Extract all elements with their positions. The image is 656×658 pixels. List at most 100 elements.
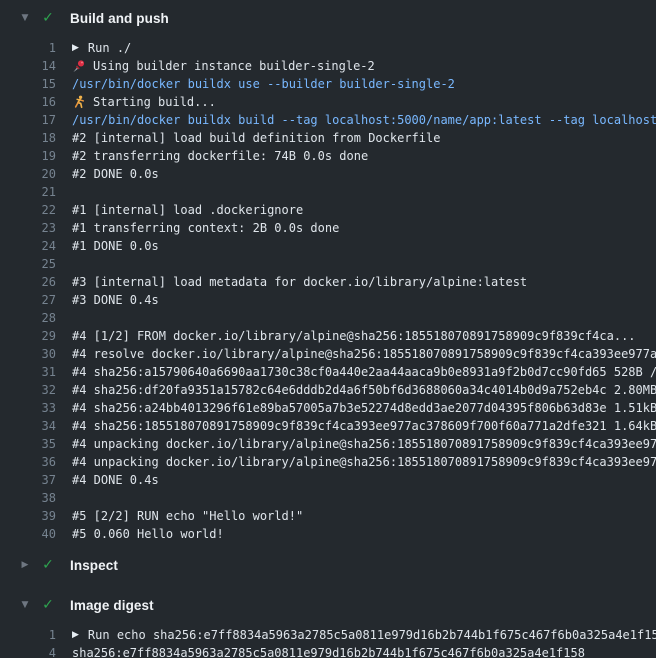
line-number[interactable]: 16 xyxy=(0,93,56,111)
line-number[interactable]: 14 xyxy=(0,57,56,75)
log-text: #4 sha256:df20fa9351a15782c64e6dddb2d4a6… xyxy=(72,381,656,399)
line-content: /usr/bin/docker buildx use --builder bui… xyxy=(72,75,455,93)
section-lines: 1 ▶ Run ./ 14 Using builder instance buil… xyxy=(0,36,656,543)
line-number[interactable]: 39 xyxy=(0,507,56,525)
line-content: #4 DONE 0.4s xyxy=(72,471,159,489)
line-number[interactable]: 24 xyxy=(0,237,56,255)
section-header-inspect[interactable]: ▶ ✓ Inspect xyxy=(0,547,656,583)
line-number[interactable]: 37 xyxy=(0,471,56,489)
line-content: #5 0.060 Hello world! xyxy=(72,525,224,543)
check-icon: ✓ xyxy=(40,557,56,573)
line-content: #1 DONE 0.0s xyxy=(72,237,159,255)
log-line: 16 Starting build... xyxy=(0,93,656,111)
log-text: #4 DONE 0.4s xyxy=(72,471,159,489)
line-number[interactable]: 26 xyxy=(0,273,56,291)
log-text: #3 DONE 0.4s xyxy=(72,291,159,309)
log-line: 29 #4 [1/2] FROM docker.io/library/alpin… xyxy=(0,327,656,345)
log-line: 32 #4 sha256:df20fa9351a15782c64e6dddb2d… xyxy=(0,381,656,399)
runner-icon xyxy=(72,95,86,109)
line-number[interactable]: 20 xyxy=(0,165,56,183)
log-text: #1 transferring context: 2B 0.0s done xyxy=(72,219,339,237)
log-line: 33 #4 sha256:a24bb4013296f61e89ba57005a7… xyxy=(0,399,656,417)
log-text: Starting build... xyxy=(93,93,216,111)
chevron-down-icon: ▼ xyxy=(18,600,32,610)
log-line: 22 #1 [internal] load .dockerignore xyxy=(0,201,656,219)
command-text: /usr/bin/docker buildx build --tag local… xyxy=(72,111,656,129)
line-number[interactable]: 29 xyxy=(0,327,56,345)
line-number[interactable]: 30 xyxy=(0,345,56,363)
line-number[interactable]: 21 xyxy=(0,183,56,201)
line-number[interactable]: 38 xyxy=(0,489,56,507)
line-content: #4 sha256:a15790640a6690aa1730c38cf0a440… xyxy=(72,363,656,381)
log-line: 18 #2 [internal] load build definition f… xyxy=(0,129,656,147)
log-line: 1 ▶Run echo sha256:e7ff8834a5963a2785c5a… xyxy=(0,626,656,644)
line-content: #4 sha256:185518070891758909c9f839cf4ca3… xyxy=(72,417,656,435)
line-number[interactable]: 4 xyxy=(0,644,56,658)
run-expander-icon[interactable]: ▶ xyxy=(72,39,79,57)
log-line: 34 #4 sha256:185518070891758909c9f839cf4… xyxy=(0,417,656,435)
line-number[interactable]: 1 xyxy=(0,626,56,644)
line-number[interactable]: 1 xyxy=(0,39,56,57)
line-number[interactable]: 34 xyxy=(0,417,56,435)
chevron-down-icon: ▼ xyxy=(18,13,32,23)
log-section: ▼ ✓ Build and push 1 ▶ Run ./ 14 Using bu… xyxy=(0,0,656,543)
log-section: ▶ ✓ Inspect xyxy=(0,547,656,583)
line-number[interactable]: 35 xyxy=(0,435,56,453)
line-content: #1 transferring context: 2B 0.0s done xyxy=(72,219,339,237)
line-number[interactable]: 40 xyxy=(0,525,56,543)
line-number[interactable]: 15 xyxy=(0,75,56,93)
log-line: 26 #3 [internal] load metadata for docke… xyxy=(0,273,656,291)
log-text: Run ./ xyxy=(88,39,131,57)
line-number[interactable]: 23 xyxy=(0,219,56,237)
log-text: #4 sha256:a15790640a6690aa1730c38cf0a440… xyxy=(72,363,656,381)
line-content: #3 [internal] load metadata for docker.i… xyxy=(72,273,527,291)
check-icon: ✓ xyxy=(40,10,56,26)
line-number[interactable]: 18 xyxy=(0,129,56,147)
section-header-image-digest[interactable]: ▼ ✓ Image digest xyxy=(0,587,656,623)
line-content: ▶Run echo sha256:e7ff8834a5963a2785c5a08… xyxy=(72,626,656,644)
log-line: 28 xyxy=(0,309,656,327)
log-text: #3 [internal] load metadata for docker.i… xyxy=(72,273,527,291)
command-text: /usr/bin/docker buildx use --builder bui… xyxy=(72,75,455,93)
line-number[interactable]: 33 xyxy=(0,399,56,417)
line-content: #4 sha256:df20fa9351a15782c64e6dddb2d4a6… xyxy=(72,381,656,399)
log-line: 24 #1 DONE 0.0s xyxy=(0,237,656,255)
log-text: #1 DONE 0.0s xyxy=(72,237,159,255)
log-line: 17 /usr/bin/docker buildx build --tag lo… xyxy=(0,111,656,129)
log-text: #4 resolve docker.io/library/alpine@sha2… xyxy=(72,345,656,363)
log-text: #4 unpacking docker.io/library/alpine@sh… xyxy=(72,453,656,471)
log-line: 25 xyxy=(0,255,656,273)
line-number[interactable]: 36 xyxy=(0,453,56,471)
section-header-build-and-push[interactable]: ▼ ✓ Build and push xyxy=(0,0,656,36)
line-content: #4 unpacking docker.io/library/alpine@sh… xyxy=(72,435,656,453)
line-number[interactable]: 19 xyxy=(0,147,56,165)
line-number[interactable]: 17 xyxy=(0,111,56,129)
log-text: #5 0.060 Hello world! xyxy=(72,525,224,543)
log-text: #1 [internal] load .dockerignore xyxy=(72,201,303,219)
log-line: 27 #3 DONE 0.4s xyxy=(0,291,656,309)
log-line: 20 #2 DONE 0.0s xyxy=(0,165,656,183)
line-number[interactable]: 28 xyxy=(0,309,56,327)
line-number[interactable]: 32 xyxy=(0,381,56,399)
log-line: 40 #5 0.060 Hello world! xyxy=(0,525,656,543)
log-line: 35 #4 unpacking docker.io/library/alpine… xyxy=(0,435,656,453)
line-number[interactable]: 27 xyxy=(0,291,56,309)
line-number[interactable]: 25 xyxy=(0,255,56,273)
line-number[interactable]: 31 xyxy=(0,363,56,381)
log-section: ▼ ✓ Image digest 1 ▶Run echo sha256:e7ff… xyxy=(0,587,656,658)
log-line: 23 #1 transferring context: 2B 0.0s done xyxy=(0,219,656,237)
run-expander-icon[interactable]: ▶ xyxy=(72,626,79,644)
log-line: 21 xyxy=(0,183,656,201)
log-text: Using builder instance builder-single-2 xyxy=(93,57,375,75)
log-text: #2 [internal] load build definition from… xyxy=(72,129,440,147)
log-text: #2 transferring dockerfile: 74B 0.0s don… xyxy=(72,147,368,165)
line-number[interactable]: 22 xyxy=(0,201,56,219)
line-content: #4 unpacking docker.io/library/alpine@sh… xyxy=(72,453,656,471)
line-content: #2 DONE 0.0s xyxy=(72,165,159,183)
line-content: #2 [internal] load build definition from… xyxy=(72,129,440,147)
line-content: #2 transferring dockerfile: 74B 0.0s don… xyxy=(72,147,368,165)
line-content: sha256:e7ff8834a5963a2785c5a0811e979d16b… xyxy=(72,644,585,658)
log-line: 36 #4 unpacking docker.io/library/alpine… xyxy=(0,453,656,471)
pushpin-icon xyxy=(72,59,86,73)
log-line: 37 #4 DONE 0.4s xyxy=(0,471,656,489)
